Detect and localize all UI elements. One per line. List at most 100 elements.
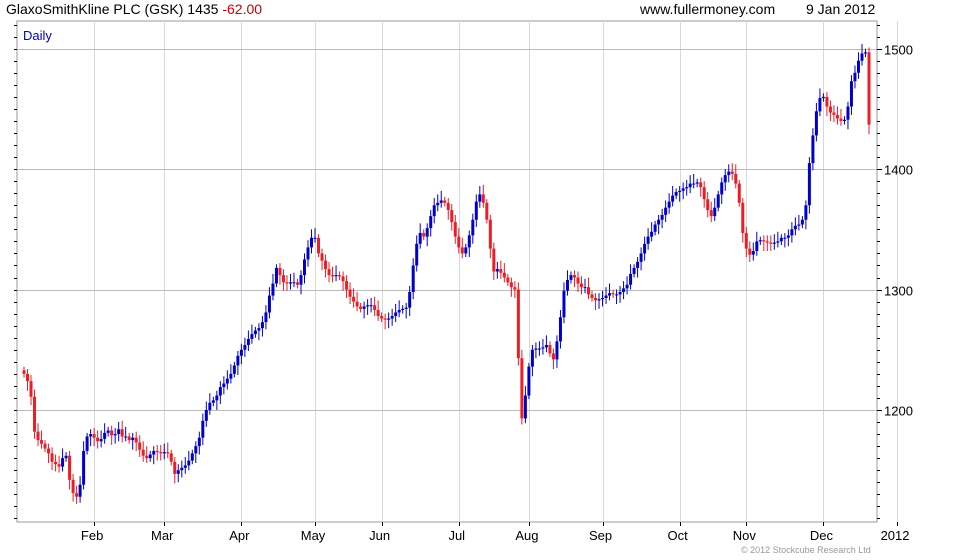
candle-body: [229, 373, 233, 379]
candle-body: [180, 467, 184, 471]
candle-body: [646, 236, 650, 244]
candle-body: [751, 251, 755, 255]
candle-body: [71, 479, 75, 494]
x-tick-label: Oct: [668, 528, 689, 543]
candle-body: [615, 294, 619, 296]
candle-body: [453, 222, 457, 237]
candle-body: [82, 450, 86, 485]
candle-body: [569, 275, 573, 280]
candle-body: [867, 52, 871, 125]
candle-body: [246, 338, 250, 345]
candle-body: [572, 275, 576, 278]
candle-body: [460, 247, 464, 254]
candle-body: [502, 272, 506, 278]
candle-body: [22, 370, 26, 374]
candle-body: [769, 242, 773, 244]
candle-body: [688, 183, 692, 188]
candle-body: [601, 297, 605, 300]
candle-body: [643, 243, 647, 254]
candle-body: [33, 396, 37, 432]
candle-body: [295, 282, 299, 285]
candle-body: [481, 194, 485, 203]
candle-body: [636, 261, 640, 268]
candle-body: [863, 52, 867, 54]
candle-body: [324, 260, 328, 270]
candle-body: [832, 112, 836, 115]
candle-body: [702, 187, 706, 200]
candle-body: [450, 210, 454, 223]
candle-body: [558, 317, 562, 342]
x-tick-label: Feb: [81, 528, 103, 543]
x-tick-label: Dec: [810, 528, 834, 543]
candle-body: [169, 453, 173, 462]
candle-body: [727, 171, 731, 176]
candle-body: [548, 344, 552, 354]
candle-body: [225, 378, 229, 384]
candle-body: [131, 437, 135, 441]
candle-body: [92, 434, 96, 438]
candle-body: [786, 235, 790, 238]
candle-body: [660, 214, 664, 220]
candle-body: [85, 436, 89, 451]
candle-body: [720, 182, 724, 195]
candle-body: [583, 287, 587, 289]
candle-body: [418, 232, 422, 244]
candle-body: [457, 236, 461, 248]
x-tick-label: Jul: [448, 528, 465, 543]
candle-body: [692, 183, 696, 185]
candle-body: [429, 216, 433, 229]
candle-body: [292, 282, 296, 284]
candle-body: [236, 355, 240, 366]
candle-body: [762, 240, 766, 242]
candle-body: [608, 293, 612, 296]
candle-body: [579, 283, 583, 288]
candle-body: [625, 284, 629, 289]
candle-body: [29, 381, 33, 397]
candle-body: [755, 241, 759, 252]
candle-body: [320, 253, 324, 261]
candle-body: [152, 450, 156, 455]
candle-body: [145, 455, 149, 459]
candle-body: [218, 387, 222, 396]
candle-body: [401, 308, 405, 311]
candle-body: [509, 282, 513, 288]
candle-body: [383, 318, 387, 320]
candle-body: [443, 200, 447, 203]
candle-body: [331, 275, 335, 277]
candle-body: [50, 453, 54, 462]
candle-body: [860, 53, 864, 61]
candle-body: [513, 287, 517, 290]
candle-body: [190, 453, 194, 461]
candle-body: [436, 202, 440, 206]
candle-body: [64, 455, 68, 459]
candle-body: [439, 200, 443, 203]
candle-body: [243, 344, 247, 350]
candle-body: [674, 192, 678, 196]
candle-body: [474, 201, 478, 220]
candle-body: [222, 383, 226, 388]
candle-body: [103, 432, 107, 439]
candle-body: [520, 358, 524, 419]
period-label: Daily: [23, 28, 52, 43]
candle-body: [807, 163, 811, 206]
candle-body: [842, 119, 846, 121]
candle-body: [748, 248, 752, 255]
candle-body: [741, 202, 745, 233]
candle-body: [541, 347, 545, 349]
candle-body: [327, 269, 331, 276]
candle-body: [793, 225, 797, 230]
candle-body: [853, 72, 857, 82]
candle-body: [194, 446, 198, 454]
candle-body: [611, 293, 615, 295]
candle-body: [467, 235, 471, 248]
candle-body: [667, 201, 671, 208]
candle-body: [250, 334, 254, 339]
candle-body: [587, 287, 591, 295]
candle-body: [530, 349, 534, 367]
candle-body: [804, 205, 808, 220]
candle-body: [106, 430, 110, 433]
candle-body: [835, 114, 839, 119]
candle-body: [432, 205, 436, 217]
x-tick-label: Aug: [515, 528, 538, 543]
candle-body: [141, 449, 145, 456]
